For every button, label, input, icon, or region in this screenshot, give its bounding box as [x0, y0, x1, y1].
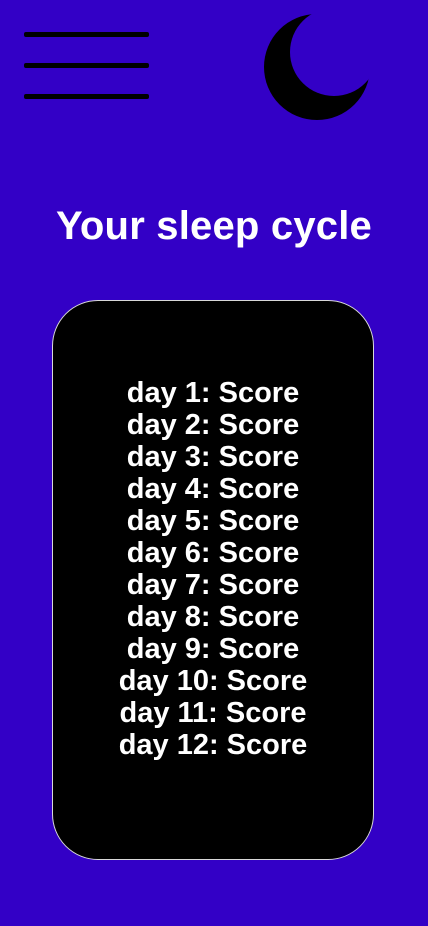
sleep-score-card: day 1: Score day 2: Score day 3: Score d… [52, 300, 374, 860]
score-item-day-9: day 9: Score [126, 633, 300, 665]
score-item-day-10: day 10: Score [118, 665, 308, 697]
score-item-day-2: day 2: Score [126, 409, 300, 441]
menu-bar-middle [24, 63, 149, 68]
menu-bar-top [24, 32, 149, 37]
page-title: Your sleep cycle [56, 204, 372, 248]
score-item-day-12: day 12: Score [118, 729, 308, 761]
hamburger-menu-icon[interactable] [24, 30, 149, 102]
score-item-day-5: day 5: Score [126, 505, 300, 537]
score-item-day-11: day 11: Score [119, 697, 307, 729]
score-item-day-7: day 7: Score [126, 569, 300, 601]
score-item-day-6: day 6: Score [126, 537, 300, 569]
score-item-day-4: day 4: Score [126, 473, 300, 505]
score-item-day-3: day 3: Score [126, 441, 300, 473]
menu-bar-bottom [24, 94, 149, 99]
score-list: day 1: Score day 2: Score day 3: Score d… [53, 377, 373, 761]
crescent-moon-icon[interactable] [262, 14, 374, 120]
score-item-day-1: day 1: Score [126, 377, 300, 409]
score-item-day-8: day 8: Score [126, 601, 300, 633]
